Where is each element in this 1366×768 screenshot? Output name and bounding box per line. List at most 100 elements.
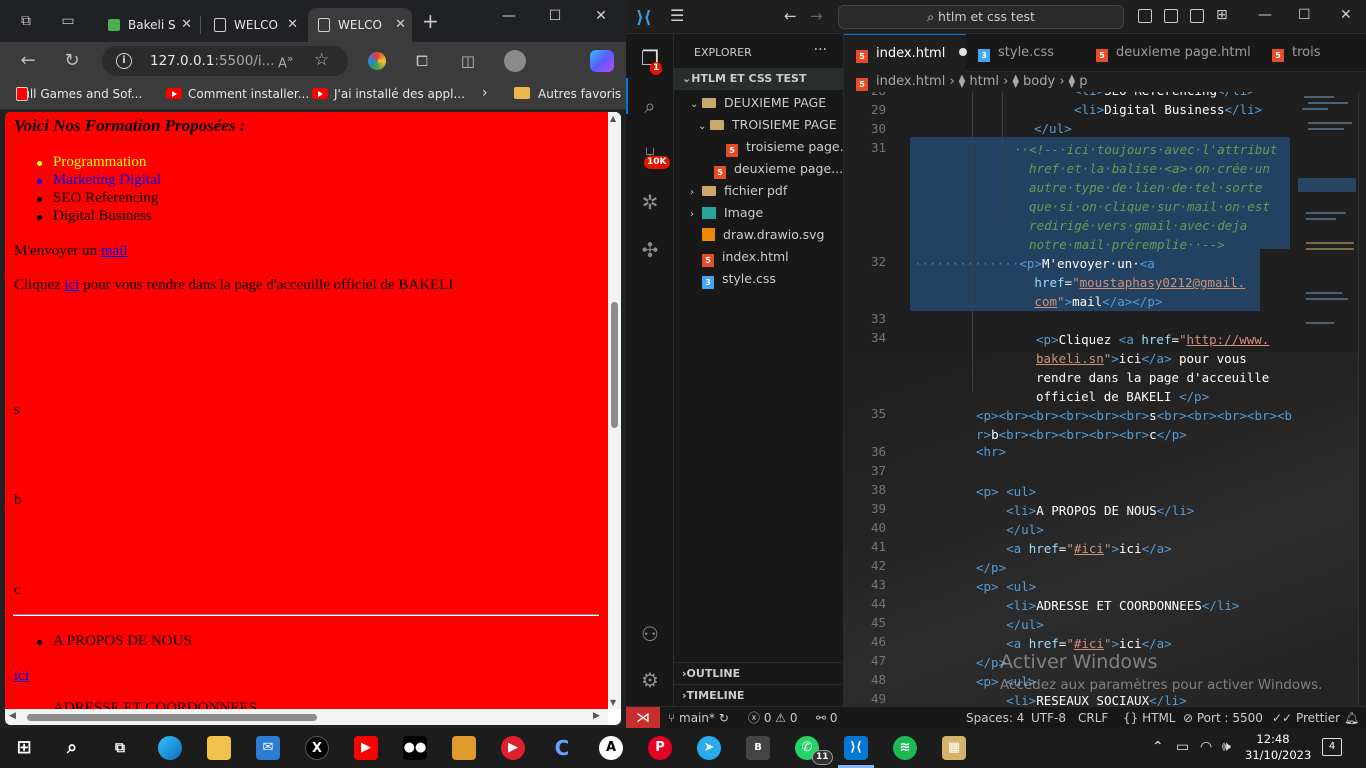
chevron-up-icon[interactable]: ⌃ [1152,739,1164,755]
medium-icon[interactable]: ●● [403,736,427,760]
read-aloud-icon[interactable]: A» [278,52,294,71]
toggle-secondary-sidebar-icon[interactable] [1190,9,1204,23]
prettier-status[interactable]: ✓✓ Prettier [1272,707,1340,729]
toggle-panel-icon[interactable] [1164,9,1178,23]
x-twitter-icon[interactable]: X [305,736,329,760]
extension-icon[interactable] [368,52,386,70]
battery-icon[interactable]: ▭ [1176,739,1189,755]
bookmark-1[interactable]: Full Games and Sof... [16,87,142,101]
command-center-search[interactable]: ⌕ htlm et css test [838,5,1124,29]
editor-scrollbar[interactable] [1358,92,1366,706]
mail-icon[interactable]: ✉ [256,736,280,760]
mail-link[interactable]: mail [101,243,128,259]
maximize-icon[interactable]: ☐ [540,8,570,24]
extensions-puzzle-icon[interactable]: ⧠ [410,51,434,71]
bakeli-app-icon[interactable]: B [746,736,770,760]
bookmark-3[interactable]: J'ai installé des appl... [312,87,465,101]
close-tab-icon[interactable]: ✕ [395,8,406,42]
code-editor[interactable]: 28 29 30 31 32 33 34 35 36 37 38 39 40 4… [844,92,1366,706]
vscode-taskbar-icon[interactable]: ⟩⟨ [844,736,868,760]
tree-item-deuxieme-page[interactable]: ⌄ DEUXIEME PAGE [674,92,844,114]
bookmark-2[interactable]: Comment installer... [166,87,309,101]
scroll-thumb[interactable] [611,302,618,428]
favorite-star-icon[interactable]: ☆ [314,50,329,70]
edge-browser-icon[interactable] [158,736,182,760]
tree-item-index-html[interactable]: 5 index.html [674,246,844,268]
video-editor-icon[interactable]: ▦ [942,736,966,760]
timeline-section[interactable]: ›TIMELINE [674,684,844,706]
site-info-icon[interactable]: i [116,53,132,69]
scroll-up-icon[interactable]: ▲ [610,114,616,123]
system-clock[interactable]: 12:48 31/10/2023 [1245,731,1311,763]
maximize-icon[interactable]: ☐ [1298,7,1311,23]
language-status[interactable]: {} HTML [1123,707,1176,729]
tree-item-troisieme-page[interactable]: ⌄ TROISIEME PAGE [674,114,844,136]
breadcrumb-item[interactable]: body [1023,74,1055,89]
back-icon[interactable]: ← [16,51,40,71]
eol-status[interactable]: CRLF [1078,707,1108,729]
indentation-status[interactable]: Spaces: 4 [966,707,1024,729]
scroll-down-icon[interactable]: ▼ [610,698,616,707]
minimap[interactable] [1298,92,1356,352]
scroll-thumb[interactable] [27,714,317,721]
debug-icon[interactable]: ✲ [638,190,662,214]
wifi-icon[interactable]: ◠ [1200,739,1212,755]
search-icon[interactable]: ⌕ [60,736,84,760]
tree-item-drawio[interactable]: draw.drawio.svg [674,224,844,246]
accounts-icon[interactable]: ⚇ [638,622,662,646]
encoding-status[interactable]: UTF-8 [1031,707,1066,729]
workspace-header[interactable]: ⌄HTLM ET CSS TEST [674,68,844,90]
c-app-icon[interactable]: C [550,736,574,760]
workspaces-icon[interactable]: ⧉ [18,13,34,29]
tree-item-deuxieme-html[interactable]: 5 deuxieme page.... [674,158,844,180]
live-server-status[interactable]: ⊘ Port : 5500 [1183,707,1263,729]
windows-start-icon[interactable]: ⊞ [12,736,36,760]
extensions-icon[interactable]: ✣ [638,238,662,262]
scroll-right-icon[interactable]: ▶ [593,711,600,721]
url-field[interactable]: i 127.0.0.1:5500/i... A» ☆ [102,46,348,76]
pinterest-icon[interactable]: P [648,736,672,760]
tree-item-fichier-pdf[interactable]: › fichier pdf [674,180,844,202]
tree-item-troisieme-html[interactable]: 5 troisieme page... [674,136,844,158]
telegram-icon[interactable]: ➤ [697,736,721,760]
browser-tab-3-active[interactable]: WELCO ✕ [308,8,412,42]
close-window-icon[interactable]: ✕ [586,8,616,24]
a-app-icon[interactable]: A [599,736,623,760]
ici-link[interactable]: ici [64,277,79,293]
tab-actions-icon[interactable]: ▭ [60,13,76,29]
editor-tab-troisieme[interactable]: 5 trois [1260,34,1366,72]
more-actions-icon[interactable]: ··· [814,42,827,58]
browser-tab-1[interactable]: Bakeli S ✕ [98,8,198,42]
spotify-icon[interactable]: ≋ [893,736,917,760]
breadcrumb-item[interactable]: index.html [876,74,945,89]
forward-arrow-icon[interactable]: → [810,7,823,25]
file-explorer-icon[interactable] [207,736,231,760]
browser-tab-2[interactable]: WELCO ✕ [204,8,304,42]
editor-tab-deuxieme-page[interactable]: 5 deuxieme page.html [1084,34,1260,72]
tree-item-style-css[interactable]: 3 style.css [674,268,844,290]
minimize-icon[interactable]: — [494,8,524,24]
menu-icon[interactable]: ☰ [670,6,684,25]
editor-tab-index-html[interactable]: 5 index.html [844,34,968,72]
bookmark-other[interactable]: Autres favoris [514,87,621,101]
ports-status[interactable]: ⚯ 0 [816,707,838,729]
ici-anchor-link[interactable]: ici [14,668,29,685]
problems-status[interactable]: ⓧ 0 ⚠ 0 [748,707,798,729]
notifications-bell-icon[interactable]: 🔔︎ [1344,707,1359,729]
chevron-right-icon[interactable]: › [482,85,488,101]
scroll-left-icon[interactable]: ◀ [9,711,16,721]
task-view-icon[interactable]: ⧉ [108,736,132,760]
remote-indicator-icon[interactable]: ⋊ [626,707,660,729]
media-player-icon[interactable]: ▶ [501,736,525,760]
refresh-icon[interactable]: ↻ [60,51,84,71]
volume-icon[interactable]: 🕪︎ [1222,739,1231,755]
close-tab-icon[interactable]: ✕ [181,8,192,42]
notifications-icon[interactable]: 4 [1322,738,1342,756]
breadcrumb-item[interactable]: p [1079,74,1087,89]
customize-layout-icon[interactable]: ⊞ [1216,7,1228,23]
vertical-scrollbar[interactable]: ▲ ▼ [608,112,621,709]
close-tab-icon[interactable]: ✕ [287,8,298,42]
copilot-icon[interactable] [590,50,614,72]
app-icon[interactable] [452,736,476,760]
profile-avatar-icon[interactable] [504,50,526,72]
